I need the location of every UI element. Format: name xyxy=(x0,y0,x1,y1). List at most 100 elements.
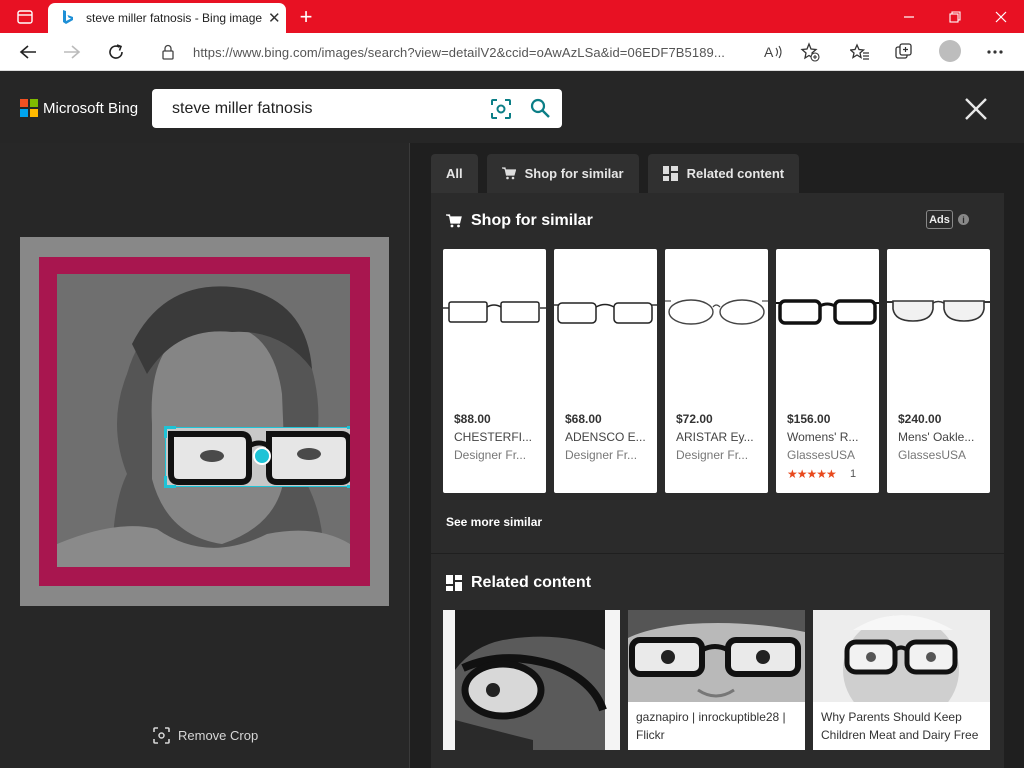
see-more-similar-link[interactable]: See more similar xyxy=(446,515,542,529)
image-mat xyxy=(39,257,370,586)
product-title[interactable]: Womens' R... xyxy=(787,430,877,444)
microsoft-logo-icon xyxy=(20,99,38,117)
crop-handle-bottom-left[interactable] xyxy=(164,476,176,488)
product-title[interactable]: CHESTERFI... xyxy=(454,430,544,444)
minimize-button[interactable] xyxy=(886,0,932,33)
tab-all-label: All xyxy=(446,166,463,181)
related-card[interactable]: Why Parents Should Keep Children Meat an… xyxy=(813,610,990,750)
product-title[interactable]: ADENSCO E... xyxy=(565,430,655,444)
tab-related-label: Related content xyxy=(686,166,785,181)
related-card[interactable]: gaznapiro | inrockuptible28 | Flickr xyxy=(628,610,805,750)
related-heading-label: Related content xyxy=(471,574,592,591)
browser-tab[interactable]: steve miller fatnosis - Bing image ✕ xyxy=(48,3,286,33)
rating-count: 1 xyxy=(850,468,857,480)
search-icon[interactable] xyxy=(529,97,551,124)
bing-header: Microsoft Bing steve miller fatnosis xyxy=(0,71,1024,143)
remove-crop-button[interactable]: Remove Crop xyxy=(153,727,258,744)
product-price: $88.00 xyxy=(454,412,491,426)
bing-favicon-icon xyxy=(60,10,76,26)
address-bar[interactable]: https://www.bing.com/images/search?view=… xyxy=(145,37,835,67)
new-tab-button[interactable]: + xyxy=(292,4,320,30)
back-arrow-icon[interactable] xyxy=(13,37,43,67)
product-card[interactable]: $88.00 CHESTERFI... Designer Fr... xyxy=(443,249,546,493)
product-cards: $88.00 CHESTERFI... Designer Fr... $68.0… xyxy=(443,249,998,493)
microsoft-bing-logo[interactable]: Microsoft Bing xyxy=(20,99,138,117)
forward-arrow-icon[interactable] xyxy=(57,37,87,67)
product-price: $240.00 xyxy=(898,412,942,426)
related-content-panel: Related content gaznapiro | inrockuptibl… xyxy=(431,554,1004,768)
product-seller: GlassesUSA xyxy=(787,448,856,462)
glasses-thumbnail xyxy=(554,302,657,324)
shop-heading-label: Shop for similar xyxy=(471,212,593,229)
product-seller: Designer Fr... xyxy=(565,448,638,462)
cart-icon xyxy=(501,167,516,180)
tab-close-icon[interactable]: ✕ xyxy=(268,9,281,27)
product-card[interactable]: $156.00 Womens' R... GlassesUSA ★★★★★ 1 xyxy=(776,249,879,493)
cart-icon xyxy=(446,214,462,228)
glasses-thumbnail xyxy=(443,301,546,323)
product-price: $68.00 xyxy=(565,412,602,426)
results-pane: All Shop for similar Related content Sho… xyxy=(411,143,1024,768)
crop-handle-top-right[interactable] xyxy=(347,426,350,438)
shop-heading: Shop for similar xyxy=(446,212,593,230)
url-text[interactable]: https://www.bing.com/images/search?view=… xyxy=(193,45,758,60)
visual-search-hotspot[interactable] xyxy=(253,447,271,465)
tab-title: steve miller fatnosis - Bing image xyxy=(86,11,262,25)
related-thumbnail xyxy=(628,610,805,702)
product-seller: GlassesUSA xyxy=(898,448,967,462)
shop-for-similar-panel: Shop for similar Ads i $88.00 CHESTERFI.… xyxy=(431,193,1004,553)
add-favorite-icon[interactable] xyxy=(795,37,825,67)
product-title[interactable]: Mens' Oakle... xyxy=(898,430,988,444)
restore-button[interactable] xyxy=(932,0,978,33)
product-title[interactable]: ARISTAR Ey... xyxy=(676,430,766,444)
glasses-thumbnail xyxy=(665,299,768,325)
image-preview-pane: Remove Crop xyxy=(0,143,410,768)
related-heading: Related content xyxy=(446,574,591,592)
collections-icon[interactable] xyxy=(889,37,919,67)
glasses-thumbnail xyxy=(887,300,990,322)
related-card[interactable] xyxy=(443,610,620,750)
product-seller: Designer Fr... xyxy=(676,448,749,462)
profile-avatar[interactable] xyxy=(939,40,961,62)
favorites-icon[interactable] xyxy=(845,37,875,67)
preview-image[interactable] xyxy=(57,274,350,567)
related-thumbnail xyxy=(813,610,990,702)
product-price: $156.00 xyxy=(787,412,831,426)
related-cards: gaznapiro | inrockuptible28 | Flickr Why… xyxy=(443,610,998,750)
product-seller: Designer Fr... xyxy=(454,448,527,462)
close-window-button[interactable] xyxy=(978,0,1024,33)
ads-badge[interactable]: Ads xyxy=(926,210,953,229)
product-price: $72.00 xyxy=(676,412,713,426)
tab-shop-for-similar[interactable]: Shop for similar xyxy=(486,154,639,193)
crop-handle-top-left[interactable] xyxy=(164,426,176,438)
read-aloud-icon[interactable]: A xyxy=(759,37,789,67)
visual-search-icon[interactable] xyxy=(490,98,512,125)
close-detail-icon[interactable] xyxy=(960,93,992,125)
image-frame xyxy=(20,237,389,606)
browser-titlebar: steve miller fatnosis - Bing image ✕ + xyxy=(0,0,1024,33)
grid-icon xyxy=(662,166,678,181)
refresh-icon[interactable] xyxy=(101,37,131,67)
crop-icon xyxy=(153,727,170,744)
crop-handle-bottom-right[interactable] xyxy=(347,476,350,488)
search-box[interactable]: steve miller fatnosis xyxy=(152,89,562,128)
product-card[interactable]: $72.00 ARISTAR Ey... Designer Fr... xyxy=(665,249,768,493)
tab-all[interactable]: All xyxy=(431,154,478,193)
related-thumbnail xyxy=(443,610,620,750)
info-icon[interactable]: i xyxy=(958,214,969,225)
result-tabs: All Shop for similar Related content xyxy=(431,154,808,193)
search-input[interactable]: steve miller fatnosis xyxy=(172,100,482,118)
svg-text:A: A xyxy=(764,44,774,60)
related-caption[interactable]: Why Parents Should Keep Children Meat an… xyxy=(821,708,986,744)
related-caption[interactable]: gaznapiro | inrockuptible28 | Flickr xyxy=(636,708,801,744)
tab-related-content[interactable]: Related content xyxy=(647,154,800,193)
grid-icon xyxy=(446,575,462,591)
tab-shop-label: Shop for similar xyxy=(524,166,624,181)
lock-icon[interactable] xyxy=(161,44,183,60)
rating-stars: ★★★★★ xyxy=(787,467,837,481)
product-card[interactable]: $68.00 ADENSCO E... Designer Fr... xyxy=(554,249,657,493)
more-options-icon[interactable] xyxy=(980,37,1010,67)
tab-actions-icon[interactable] xyxy=(2,0,48,33)
product-card[interactable]: $240.00 Mens' Oakle... GlassesUSA xyxy=(887,249,990,493)
brand-name: Microsoft Bing xyxy=(43,99,139,117)
